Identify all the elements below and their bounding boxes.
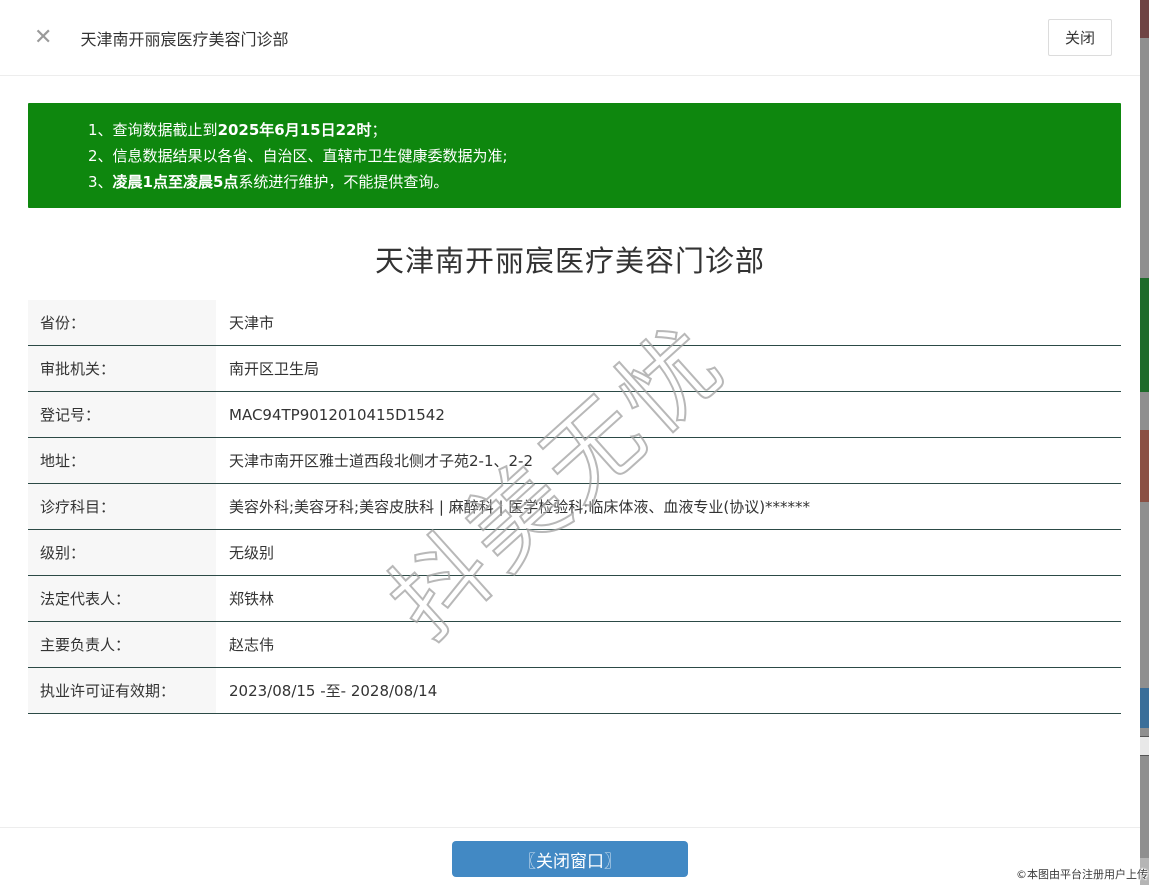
footer-bar: 〖关闭窗口〗 — [0, 827, 1140, 885]
edge-fragment — [1140, 736, 1149, 756]
edge-fragment — [1140, 0, 1149, 38]
row-label: 审批机关： — [28, 346, 216, 391]
row-value: 南开区卫生局 — [229, 360, 320, 378]
row-value: 郑铁林 — [229, 590, 275, 608]
table-row-person-in-charge: 主要负责人： 赵志伟 — [28, 622, 1121, 668]
table-row-license-validity: 执业许可证有效期： 2023/08/15 -至- 2028/08/14 — [28, 668, 1121, 714]
page-title: 天津南开丽宸医疗美容门诊部 — [374, 244, 765, 278]
edge-fragment — [1140, 430, 1149, 502]
copyright-stamp: ©本图由平台注册用户上传 — [1016, 868, 1148, 881]
scrollbar[interactable] — [1140, 0, 1149, 885]
detail-table: 省份： 天津市 审批机关： 南开区卫生局 登记号： MAC94TP9012010… — [28, 300, 1121, 714]
row-label: 地址： — [28, 438, 216, 483]
row-value: 赵志伟 — [229, 636, 275, 654]
close-window-button[interactable]: 〖关闭窗口〗 — [452, 841, 688, 877]
row-label: 登记号： — [28, 392, 216, 437]
notice-line-2: 2、信息数据结果以各省、自治区、直辖市卫生健康委数据为准; — [88, 147, 508, 165]
table-row-province: 省份： 天津市 — [28, 300, 1121, 346]
table-row-legal-representative: 法定代表人： 郑铁林 — [28, 576, 1121, 622]
table-row-medical-subjects: 诊疗科目： 美容外科;美容牙科;美容皮肤科 | 麻醉科 | 医学检验科;临床体液… — [28, 484, 1121, 530]
row-label: 诊疗科目： — [28, 484, 216, 529]
row-value: 2023/08/15 -至- 2028/08/14 — [229, 682, 438, 700]
close-button[interactable]: 关闭 — [1048, 19, 1112, 56]
table-row-approval-authority: 审批机关： 南开区卫生局 — [28, 346, 1121, 392]
row-label: 省份： — [28, 300, 216, 345]
row-label: 主要负责人： — [28, 622, 216, 667]
notice-line-1: 1、查询数据截止到2025年6月15日22时； — [88, 121, 387, 139]
table-row-address: 地址： 天津市南开区雅士道西段北侧才子苑2-1、2-2 — [28, 438, 1121, 484]
close-x-icon[interactable]: ✕ — [34, 26, 52, 49]
row-value: 无级别 — [229, 544, 275, 562]
row-label: 法定代表人： — [28, 576, 216, 621]
row-value: 天津市 — [229, 314, 275, 332]
row-value: 美容外科;美容牙科;美容皮肤科 | 麻醉科 | 医学检验科;临床体液、血液专业(… — [229, 498, 811, 516]
row-label: 执业许可证有效期： — [28, 668, 216, 713]
table-row-registration-number: 登记号： MAC94TP9012010415D1542 — [28, 392, 1121, 438]
notice-banner: 1、查询数据截止到2025年6月15日22时； 2、信息数据结果以各省、自治区、… — [28, 103, 1121, 208]
window-header: ✕ 天津南开丽宸医疗美容门诊部 关闭 — [0, 0, 1140, 76]
edge-fragment — [1140, 688, 1149, 728]
notice-line-3: 3、凌晨1点至凌晨5点系统进行维护，不能提供查询。 — [88, 173, 449, 191]
row-value: 天津市南开区雅士道西段北侧才子苑2-1、2-2 — [229, 452, 534, 470]
edge-fragment — [1140, 278, 1149, 392]
table-row-level: 级别： 无级别 — [28, 530, 1121, 576]
row-label: 级别： — [28, 530, 216, 575]
window-title: 天津南开丽宸医疗美容门诊部 — [80, 29, 289, 49]
row-value: MAC94TP9012010415D1542 — [229, 405, 445, 424]
